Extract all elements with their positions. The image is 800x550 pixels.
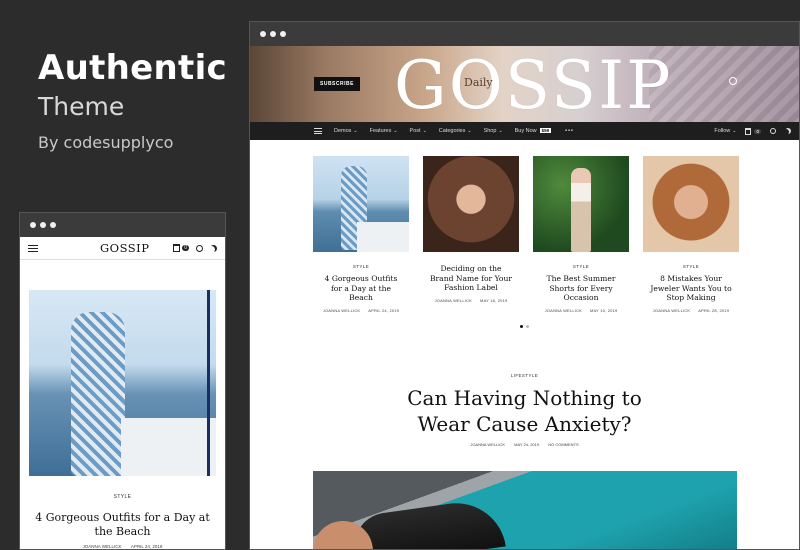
featured-image[interactable] — [313, 471, 737, 549]
subscribe-button[interactable]: SUBSCRIBE — [314, 77, 360, 91]
chevron-down-icon: ⌄ — [393, 128, 398, 134]
post-date: MAY 10, 2019 — [590, 307, 618, 313]
post-category[interactable]: STYLE — [533, 264, 629, 269]
price-badge: $59 — [539, 128, 552, 133]
dark-mode-icon[interactable] — [785, 128, 791, 134]
follow-dropdown[interactable]: Follow ⌄ — [714, 128, 736, 134]
nav-item-shop[interactable]: Shop ⌄ — [484, 128, 503, 134]
main-nav: Demos ⌄ Features ⌄ Post ⌄ Categories ⌄ Shop ⌄… — [250, 122, 799, 140]
featured-comments[interactable]: NO COMMENTS — [548, 442, 578, 447]
post-thumbnail[interactable] — [313, 156, 409, 252]
window-dot-icon — [40, 222, 46, 228]
nav-item-categories[interactable]: Categories ⌄ — [439, 128, 472, 134]
post-category[interactable]: STYLE — [643, 264, 739, 269]
post-meta: JOANNA WELLICK MAY 10, 2019 — [533, 308, 629, 313]
pager-dot-active[interactable] — [520, 325, 523, 328]
cart-icon[interactable] — [173, 244, 181, 252]
cart-count-badge: 0 — [754, 128, 761, 134]
window-dot-icon — [260, 31, 266, 37]
window-dot-icon — [270, 31, 276, 37]
promo-block: Authentic Theme By codesupplyco — [38, 48, 227, 152]
cart-icon[interactable] — [745, 127, 752, 135]
mobile-header: GOSSIP 0 — [20, 237, 225, 260]
chevron-down-icon: ⌄ — [467, 128, 472, 134]
pager-dot[interactable] — [526, 325, 529, 328]
chevron-down-icon: ⌄ — [353, 128, 358, 134]
post-author[interactable]: JOANNA WELLICK — [435, 298, 472, 303]
post-date: APRIL 28, 2019 — [698, 307, 730, 313]
post-title[interactable]: 8 Mistakes Your Jeweler Wants You to Sto… — [643, 274, 739, 303]
post-date: APRIL 24, 2019 — [368, 307, 400, 313]
chevron-down-icon: ⌄ — [498, 128, 503, 134]
site-logo[interactable]: GOSSIP — [394, 48, 673, 123]
site-logo-sub: Daily — [464, 76, 493, 89]
dark-mode-icon[interactable] — [210, 245, 217, 252]
nav-item-demos[interactable]: Demos ⌄ — [334, 128, 358, 134]
post-card[interactable]: Deciding on the Brand Name for Your Fash… — [423, 156, 519, 313]
post-title[interactable]: Deciding on the Brand Name for Your Fash… — [423, 264, 519, 293]
post-author[interactable]: JOANNA WELLICK — [653, 308, 690, 313]
promo-title: Authentic — [38, 48, 228, 88]
post-author[interactable]: JOANNA WELLICK — [323, 308, 360, 313]
featured-meta: JOANNA WELLICK MAY 24, 2019 NO COMMENTS — [250, 442, 799, 447]
nav-right-tools: Follow ⌄ 0 — [714, 127, 791, 135]
post-meta: JOANNA WELLICK APRIL 28, 2019 — [643, 308, 739, 313]
post-author[interactable]: JOANNA WELLICK — [83, 544, 122, 549]
featured-author[interactable]: JOANNA WELLICK — [470, 442, 505, 447]
nav-item-buy-now[interactable]: Buy Now $59 — [515, 128, 552, 134]
post-thumbnail[interactable] — [423, 156, 519, 252]
post-author[interactable]: JOANNA WELLICK — [545, 308, 582, 313]
chevron-down-icon: ⌄ — [422, 128, 427, 134]
search-icon[interactable] — [770, 128, 776, 134]
nav-item-features[interactable]: Features ⌄ — [370, 128, 398, 134]
post-meta: JOANNA WELLICK MAY 16, 2019 — [423, 298, 519, 303]
post-meta: JOANNA WELLICK APRIL 24, 2019 — [313, 308, 409, 313]
post-category[interactable]: STYLE — [20, 494, 225, 500]
post-card[interactable]: STYLE 8 Mistakes Your Jeweler Wants You … — [643, 156, 739, 313]
cart-count-badge: 0 — [182, 245, 189, 251]
post-thumbnail[interactable] — [643, 156, 739, 252]
post-date: APRIL 24, 2019 — [130, 544, 163, 549]
featured-title[interactable]: Can Having Nothing to Wear Cause Anxiety… — [250, 385, 799, 437]
menu-icon[interactable] — [314, 128, 322, 134]
mobile-header-tools: 0 — [173, 244, 217, 252]
post-card[interactable]: STYLE 4 Gorgeous Outfits for a Day at th… — [313, 156, 409, 313]
post-meta: JOANNA WELLICK APRIL 24, 2019 — [20, 544, 225, 549]
search-icon[interactable] — [196, 244, 203, 252]
carousel-pager — [520, 325, 529, 328]
window-dot-icon — [280, 31, 286, 37]
chevron-down-icon: ⌄ — [732, 128, 737, 134]
window-titlebar — [250, 22, 799, 46]
window-titlebar — [20, 213, 225, 237]
post-carousel: STYLE 4 Gorgeous Outfits for a Day at th… — [250, 140, 799, 313]
hero-banner: SUBSCRIBE GOSSIP Daily — [250, 46, 799, 122]
featured-category[interactable]: LIFESTYLE — [250, 373, 799, 378]
post-category[interactable]: STYLE — [313, 264, 409, 269]
site-logo[interactable]: GOSSIP — [100, 241, 149, 255]
post-title[interactable]: The Best Summer Shorts for Every Occasio… — [533, 274, 629, 303]
post-title[interactable]: 4 Gorgeous Outfits for a Day at the Beac… — [313, 274, 409, 303]
mobile-preview-window: GOSSIP 0 STYLE 4 Gorgeous Outfits for a … — [19, 212, 226, 550]
post-image[interactable] — [29, 290, 216, 476]
desktop-preview-window: SUBSCRIBE GOSSIP Daily Demos ⌄ Features ⌄ … — [249, 21, 800, 550]
promo-subtitle: Theme — [38, 92, 125, 121]
promo-byline: By codesupplyco — [38, 133, 174, 152]
more-icon[interactable]: ••• — [565, 128, 574, 134]
menu-icon[interactable] — [28, 244, 38, 252]
post-date: MAY 16, 2019 — [480, 297, 508, 303]
post-card[interactable]: STYLE The Best Summer Shorts for Every O… — [533, 156, 629, 313]
post-title[interactable]: 4 Gorgeous Outfits for a Day at the Beac… — [30, 511, 215, 538]
featured-date: MAY 24, 2019 — [514, 442, 540, 447]
search-icon[interactable] — [729, 77, 737, 85]
featured-post: LIFESTYLE Can Having Nothing to Wear Cau… — [250, 373, 799, 447]
window-dot-icon — [30, 222, 36, 228]
post-thumbnail[interactable] — [533, 156, 629, 252]
nav-item-post[interactable]: Post ⌄ — [410, 128, 427, 134]
window-dot-icon — [50, 222, 56, 228]
